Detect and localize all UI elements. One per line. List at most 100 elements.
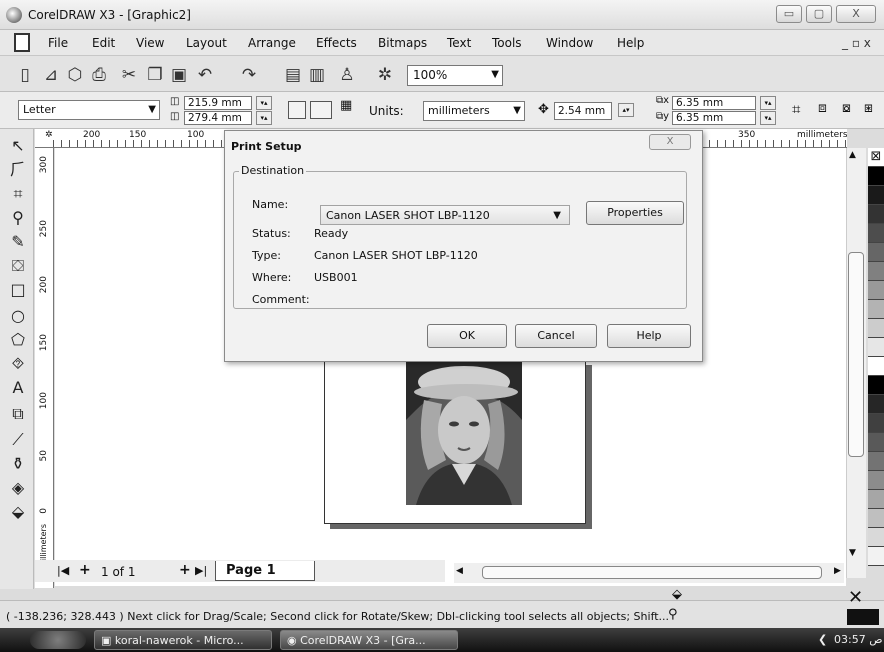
redo-icon[interactable]: ↷: [238, 64, 260, 86]
new-document-icon[interactable]: ▯: [14, 64, 36, 86]
snap-to-grid-icon[interactable]: ⧈: [818, 100, 827, 116]
minimize-button[interactable]: ▭: [776, 5, 802, 23]
landscape-button[interactable]: [310, 101, 332, 119]
crop-tool-icon[interactable]: ⌗: [7, 183, 29, 205]
taskbar-word-button[interactable]: ▣ koral-nawerok - Micro...: [94, 630, 272, 650]
cancel-button[interactable]: Cancel: [515, 324, 597, 348]
clock[interactable]: 03:57 ص: [834, 633, 883, 646]
all-pages-icon[interactable]: ▦: [340, 98, 352, 113]
coreldraw-app-icon[interactable]: [6, 7, 22, 23]
ruler-origin-icon[interactable]: ✲: [45, 130, 53, 140]
paper-type-select[interactable]: Letter ▼: [18, 100, 160, 120]
duplicate-x-spinner[interactable]: ▾▴: [760, 96, 776, 110]
zoom-level-select[interactable]: 100% ▼: [407, 65, 503, 86]
palette-swatch[interactable]: [868, 262, 884, 281]
menu-text[interactable]: Text: [447, 36, 471, 50]
palette-swatch[interactable]: [868, 528, 884, 547]
properties-button[interactable]: Properties: [586, 201, 684, 225]
copy-icon[interactable]: ❐: [144, 64, 166, 86]
help-button[interactable]: Help: [607, 324, 691, 348]
palette-swatch[interactable]: [868, 471, 884, 490]
scroll-right-icon[interactable]: ▶: [834, 566, 841, 576]
paper-height-field[interactable]: 279.4 mm: [184, 111, 252, 125]
open-icon[interactable]: ⊿: [40, 64, 62, 86]
cut-icon[interactable]: ✂: [118, 64, 140, 86]
palette-swatch[interactable]: [868, 452, 884, 471]
palette-swatch[interactable]: [868, 414, 884, 433]
dialog-close-button[interactable]: X: [649, 134, 691, 150]
palette-swatch[interactable]: [868, 433, 884, 452]
units-select[interactable]: millimeters ▼: [423, 101, 525, 121]
snap-to-objects-icon[interactable]: ⧆: [864, 100, 873, 116]
page-tab[interactable]: Page 1: [215, 561, 315, 581]
palette-swatch[interactable]: [868, 357, 884, 376]
palette-swatch[interactable]: [868, 205, 884, 224]
nudge-spinner[interactable]: ▴▾: [618, 103, 634, 117]
duplicate-y-spinner[interactable]: ▾▴: [760, 111, 776, 125]
rectangle-tool-icon[interactable]: □: [7, 279, 29, 301]
outline-tool-icon[interactable]: ⚱: [7, 453, 29, 475]
palette-swatch[interactable]: [868, 338, 884, 357]
width-spinner[interactable]: ▾▴: [256, 96, 272, 110]
add-page-before-icon[interactable]: +: [79, 562, 91, 578]
palette-swatch[interactable]: [868, 300, 884, 319]
horizontal-scroll-thumb[interactable]: [482, 566, 822, 579]
polygon-tool-icon[interactable]: ⬠: [7, 329, 29, 351]
palette-swatch[interactable]: [868, 547, 884, 566]
document-icon[interactable]: [14, 33, 30, 52]
shape-tool-icon[interactable]: ⺁: [7, 159, 29, 181]
application-launcher-icon[interactable]: ♙: [336, 64, 358, 86]
interactive-fill-tool-icon[interactable]: ⬙: [7, 501, 29, 523]
menu-file[interactable]: File: [48, 36, 68, 50]
palette-swatch[interactable]: [868, 376, 884, 395]
ellipse-tool-icon[interactable]: ○: [7, 305, 29, 327]
menu-tools[interactable]: Tools: [492, 36, 522, 50]
palette-swatch[interactable]: [868, 319, 884, 338]
freehand-tool-icon[interactable]: ✎: [7, 231, 29, 253]
basic-shapes-tool-icon[interactable]: ⯑: [7, 353, 29, 375]
printer-name-select[interactable]: Canon LASER SHOT LBP-1120 ▼: [320, 205, 570, 225]
document-window-controls[interactable]: _ ▫ x: [842, 36, 871, 50]
undo-icon[interactable]: ↶: [194, 64, 216, 86]
zoom-tool-icon[interactable]: ⚲: [7, 207, 29, 229]
menu-layout[interactable]: Layout: [186, 36, 227, 50]
scroll-up-icon[interactable]: ▲: [849, 150, 856, 160]
close-button[interactable]: X: [836, 5, 876, 23]
menu-edit[interactable]: Edit: [92, 36, 115, 50]
no-color-swatch[interactable]: ⊠: [868, 148, 884, 167]
interactive-blend-tool-icon[interactable]: ⧉: [7, 403, 29, 425]
portrait-button[interactable]: [288, 101, 306, 119]
add-page-after-icon[interactable]: +: [179, 562, 191, 578]
ok-button[interactable]: OK: [427, 324, 507, 348]
export-icon[interactable]: ▥: [306, 64, 328, 86]
smart-fill-tool-icon[interactable]: ⛋: [7, 255, 29, 277]
palette-swatch[interactable]: [868, 224, 884, 243]
palette-swatch[interactable]: [868, 281, 884, 300]
horizontal-scrollbar[interactable]: ◀ ▶: [454, 563, 844, 583]
palette-swatch[interactable]: [868, 395, 884, 414]
menu-arrange[interactable]: Arrange: [248, 36, 296, 50]
vertical-ruler[interactable]: 300 250 200 150 100 50 0 millimeters: [35, 148, 54, 588]
first-page-icon[interactable]: |◀: [57, 564, 69, 577]
pick-tool-icon[interactable]: ↖: [7, 135, 29, 157]
height-spinner[interactable]: ▾▴: [256, 111, 272, 125]
taskbar-coreldraw-button[interactable]: ◉ CorelDRAW X3 - [Gra...: [280, 630, 458, 650]
palette-swatch[interactable]: [868, 509, 884, 528]
tray-chevron-icon[interactable]: ❮: [818, 633, 827, 646]
menu-window[interactable]: Window: [546, 36, 593, 50]
vertical-scroll-thumb[interactable]: [848, 252, 864, 457]
grid-icon[interactable]: ⌗: [792, 100, 800, 118]
paper-width-field[interactable]: 215.9 mm: [184, 96, 252, 110]
text-tool-icon[interactable]: A: [7, 377, 29, 399]
bitmap-photo[interactable]: [406, 360, 522, 505]
palette-swatch[interactable]: [868, 243, 884, 262]
palette-swatch[interactable]: [868, 490, 884, 509]
welcome-screen-icon[interactable]: ✲: [374, 64, 396, 86]
menu-bitmaps[interactable]: Bitmaps: [378, 36, 427, 50]
import-icon[interactable]: ▤: [282, 64, 304, 86]
nudge-distance-field[interactable]: 2.54 mm: [554, 102, 612, 120]
duplicate-y-field[interactable]: 6.35 mm: [672, 111, 756, 125]
menu-effects[interactable]: Effects: [316, 36, 357, 50]
start-button[interactable]: [30, 631, 86, 649]
scroll-left-icon[interactable]: ◀: [456, 566, 463, 576]
